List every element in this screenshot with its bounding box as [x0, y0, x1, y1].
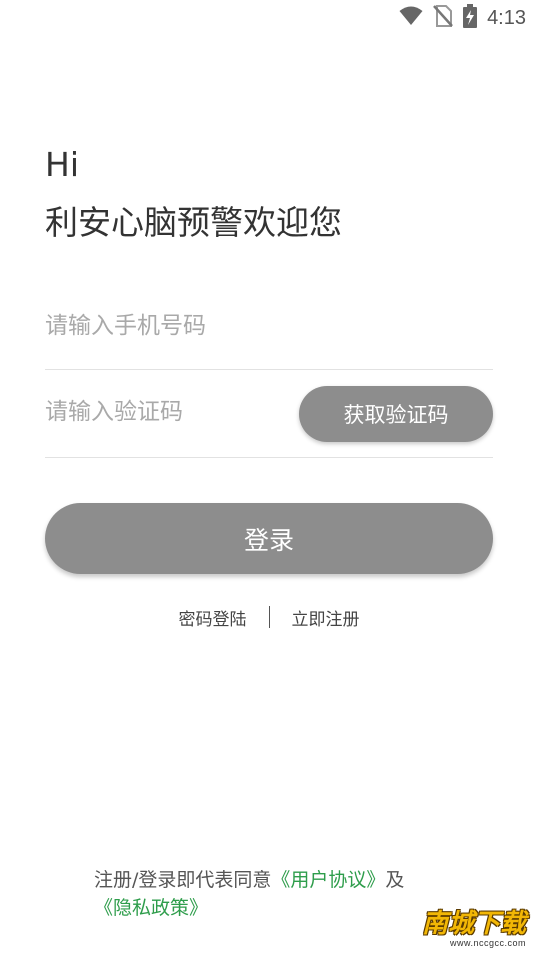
password-login-link[interactable]: 密码登陆 [179, 605, 247, 630]
battery-charging-icon [463, 4, 478, 32]
greeting-welcome: 利安心脑预警欢迎您 [45, 203, 342, 242]
status-time: 4:13 [487, 6, 526, 29]
code-field: 获取验证码 [45, 386, 493, 458]
watermark-url: www.nccgcc.com [449, 938, 526, 948]
agreement-and: 及 [385, 869, 405, 891]
agreement-text: 注册/登录即代表同意《用户协议》及 《隐私政策》 [94, 866, 474, 922]
wifi-icon [399, 6, 423, 30]
status-bar: 4:13 [0, 0, 538, 36]
links-divider [268, 606, 270, 628]
no-sim-icon [433, 5, 453, 31]
phone-input[interactable] [45, 300, 305, 352]
watermark-title: 南城下载 [421, 909, 526, 939]
greeting-hi: Hi [45, 145, 79, 184]
alt-login-links: 密码登陆 立即注册 [0, 604, 538, 630]
greeting: Hi 利安心脑预警欢迎您 [45, 136, 342, 252]
status-icons: 4:13 [399, 4, 526, 32]
watermark-logo: 南城下载 www.nccgcc.com [422, 910, 526, 948]
privacy-policy-link[interactable]: 《隐私政策》 [94, 897, 208, 919]
login-button[interactable]: 登录 [45, 503, 493, 574]
user-agreement-link[interactable]: 《用户协议》 [271, 869, 385, 891]
verification-code-input[interactable] [45, 386, 305, 438]
agreement-prefix: 注册/登录即代表同意 [94, 869, 272, 891]
register-link[interactable]: 立即注册 [292, 605, 360, 630]
get-code-button[interactable]: 获取验证码 [299, 386, 493, 442]
phone-field [45, 300, 493, 370]
